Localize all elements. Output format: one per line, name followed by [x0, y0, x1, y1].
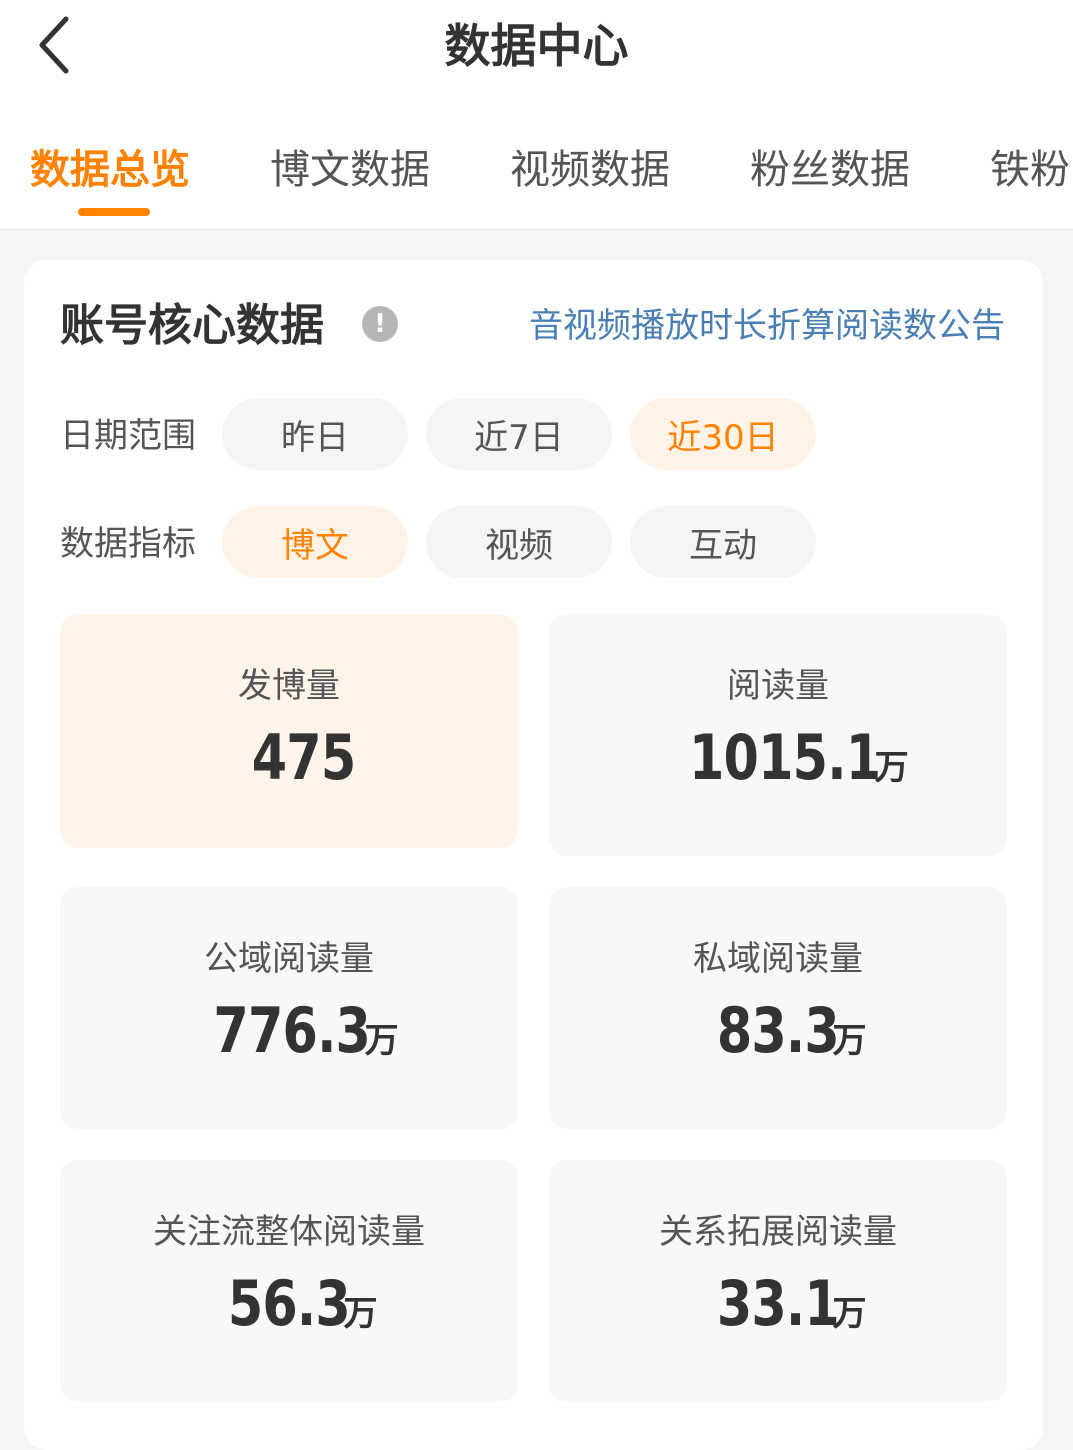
stat-label: 关注流整体阅读量 [153, 1212, 425, 1252]
stat-tile-public-reads[interactable]: 公域阅读量 776.3万 [60, 887, 518, 1129]
tab-overview[interactable]: 数据总览 [30, 140, 190, 200]
metric-type-label: 数据指标 [60, 524, 196, 564]
stat-value: 33.1 [716, 1267, 839, 1340]
tab-post-data[interactable]: 博文数据 [270, 140, 430, 200]
metric-option-video[interactable]: 视频 [426, 506, 612, 578]
tab-video-data[interactable]: 视频数据 [510, 140, 670, 200]
stat-value: 475 [251, 721, 356, 794]
top-bar: 数据中心 [0, 0, 1073, 100]
exclamation-icon[interactable]: ! [362, 306, 398, 342]
notice-link[interactable]: 音视频播放时长折算阅读数公告 [529, 302, 1005, 350]
tab-bar: 数据总览 博文数据 视频数据 粉丝数据 铁粉 [0, 100, 1073, 230]
stat-value: 1015.1 [689, 721, 881, 794]
stat-value: 83.3 [716, 994, 839, 1067]
stat-value-wrap: 33.1万 [549, 1266, 1007, 1358]
core-data-card: 账号核心数据 ! 音视频播放时长折算阅读数公告 日期范围 昨日 近7日 近30日… [24, 260, 1043, 1450]
stat-value: 776.3 [213, 994, 372, 1067]
tab-iron-fans[interactable]: 铁粉 [990, 140, 1070, 200]
stat-value-wrap: 475 [60, 720, 518, 812]
page-title: 数据中心 [444, 19, 629, 73]
stat-tile-post-count[interactable]: 发博量 475 [60, 614, 518, 848]
active-tab-indicator [78, 208, 150, 216]
stat-label: 关系拓展阅读量 [659, 1212, 897, 1252]
stat-label: 私域阅读量 [693, 939, 863, 979]
stat-label: 发博量 [238, 666, 340, 706]
stat-value-wrap: 83.3万 [549, 993, 1007, 1085]
card-title: 账号核心数据 [60, 300, 324, 351]
stat-tile-follow-feed-reads[interactable]: 关注流整体阅读量 56.3万 [60, 1160, 518, 1402]
date-option-7-days[interactable]: 近7日 [426, 398, 612, 470]
stat-label: 阅读量 [727, 666, 829, 706]
stat-value-wrap: 1015.1万 [549, 720, 1007, 812]
stat-tile-relation-expansion-reads[interactable]: 关系拓展阅读量 33.1万 [549, 1160, 1007, 1402]
stat-label: 公域阅读量 [204, 939, 374, 979]
date-option-30-days[interactable]: 近30日 [630, 398, 816, 470]
metric-option-posts[interactable]: 博文 [222, 506, 408, 578]
stat-tile-read-count[interactable]: 阅读量 1015.1万 [549, 614, 1007, 856]
stat-value-wrap: 56.3万 [60, 1266, 518, 1358]
stat-value-wrap: 776.3万 [60, 993, 518, 1085]
date-option-yesterday[interactable]: 昨日 [222, 398, 408, 470]
date-range-label: 日期范围 [60, 416, 196, 456]
metric-option-interaction[interactable]: 互动 [630, 506, 816, 578]
tab-fans-data[interactable]: 粉丝数据 [750, 140, 910, 200]
stat-value: 56.3 [227, 1267, 350, 1340]
stat-tile-private-reads[interactable]: 私域阅读量 83.3万 [549, 887, 1007, 1129]
